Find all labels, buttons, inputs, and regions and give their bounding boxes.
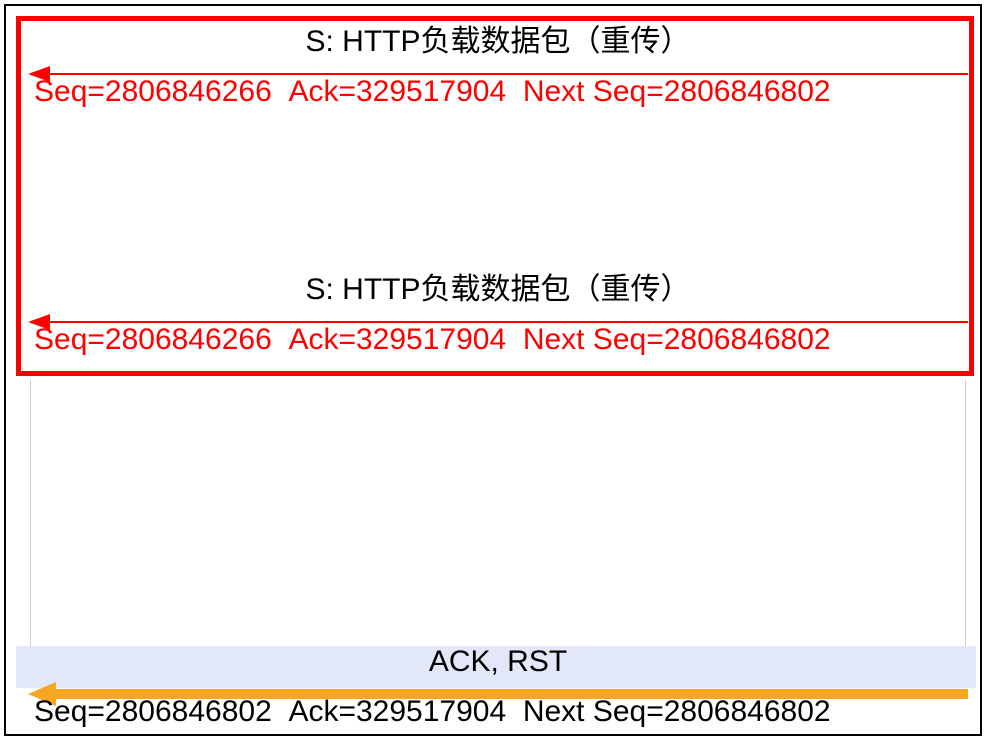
guide-line-right xyxy=(965,380,966,650)
seq-label: Seq= xyxy=(34,75,105,108)
diagram-content: S: HTTP负载数据包（重传） Seq=2806846266 Ack=3295… xyxy=(10,10,976,730)
ack-value: 329517904 xyxy=(356,695,506,728)
seq-ack-line: Seq=2806846266 Ack=329517904 Next Seq=28… xyxy=(34,74,831,110)
nextseq-label: Next Seq= xyxy=(523,75,664,108)
nextseq-label: Next Seq= xyxy=(523,323,664,356)
seq-ack-line: Seq=2806846266 Ack=329517904 Next Seq=28… xyxy=(34,322,831,358)
nextseq-value: 2806846802 xyxy=(664,75,831,108)
nextseq-label: Next Seq= xyxy=(523,695,664,728)
ack-label: Ack= xyxy=(288,695,356,728)
guide-line-left xyxy=(30,380,31,650)
message-ack-rst: ACK, RST Seq=2806846802 Ack=329517904 Ne… xyxy=(28,644,968,680)
message-title: ACK, RST xyxy=(28,644,968,680)
message-title: S: HTTP负载数据包（重传） xyxy=(28,272,968,308)
ack-label: Ack= xyxy=(288,75,356,108)
nextseq-value: 2806846802 xyxy=(664,323,831,356)
ack-label: Ack= xyxy=(288,323,356,356)
seq-value: 2806846266 xyxy=(105,323,272,356)
ack-value: 329517904 xyxy=(356,323,506,356)
seq-value: 2806846266 xyxy=(105,75,272,108)
seq-value: 2806846802 xyxy=(105,695,272,728)
message-retrans-1: S: HTTP负载数据包（重传） Seq=2806846266 Ack=3295… xyxy=(28,24,968,60)
seq-label: Seq= xyxy=(34,695,105,728)
nextseq-value: 2806846802 xyxy=(664,695,831,728)
message-retrans-2: S: HTTP负载数据包（重传） Seq=2806846266 Ack=3295… xyxy=(28,272,968,308)
ack-value: 329517904 xyxy=(356,75,506,108)
seq-ack-line: Seq=2806846802 Ack=329517904 Next Seq=28… xyxy=(34,694,831,730)
diagram-frame: S: HTTP负载数据包（重传） Seq=2806846266 Ack=3295… xyxy=(4,4,982,736)
seq-label: Seq= xyxy=(34,323,105,356)
message-title: S: HTTP负载数据包（重传） xyxy=(28,24,968,60)
